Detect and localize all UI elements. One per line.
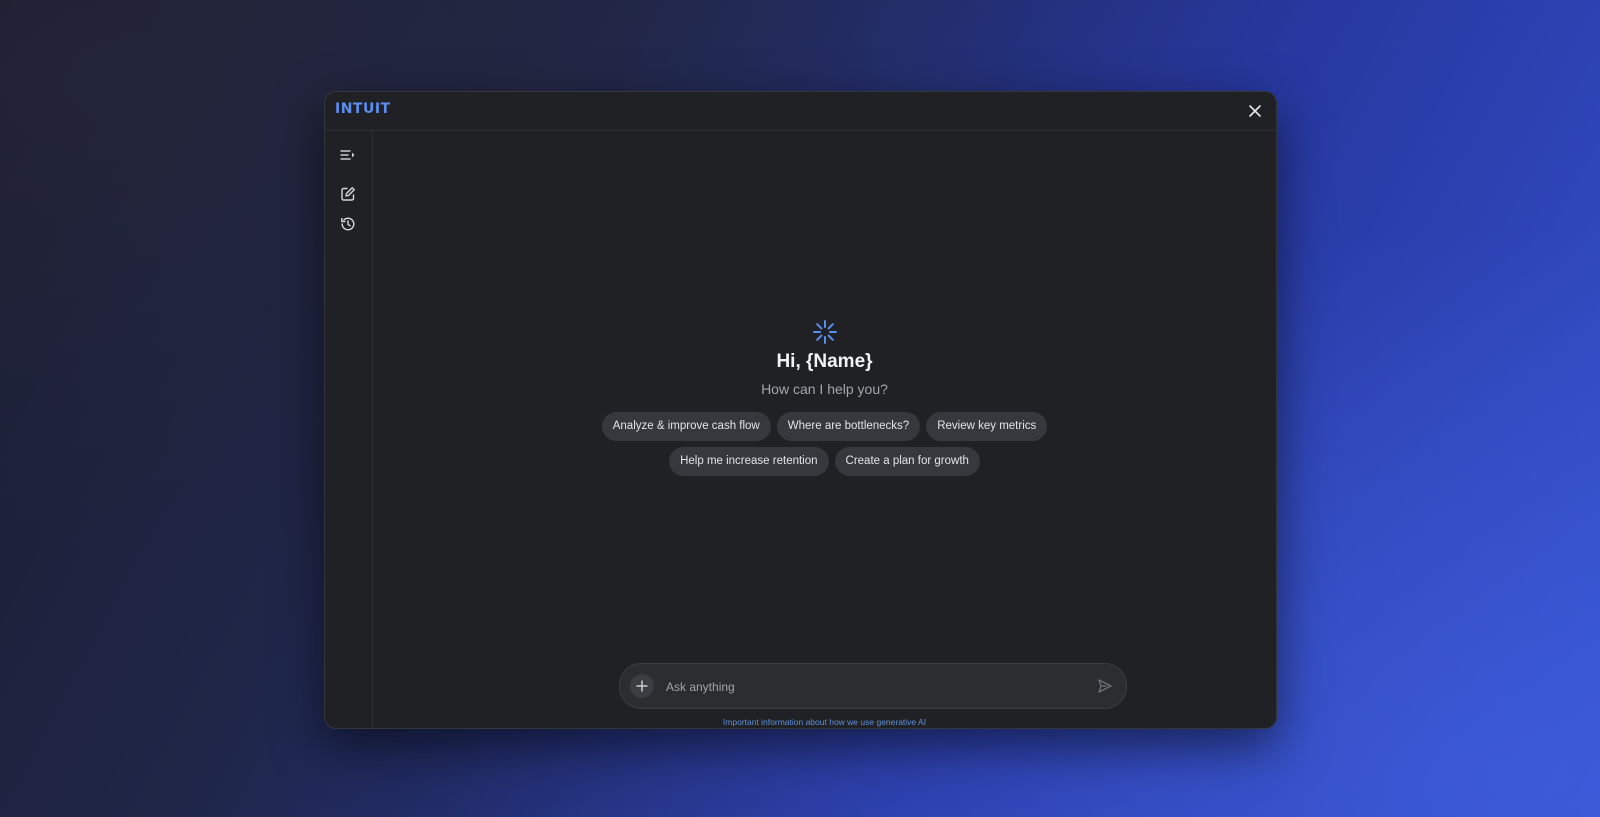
assistant-window: INTUIT Hi, {Name} How can I help you? An…	[324, 91, 1277, 729]
history-icon	[341, 217, 355, 231]
suggestion-chip-key-metrics[interactable]: Review key metrics	[926, 412, 1048, 441]
menu-collapse-icon	[340, 150, 355, 160]
suggestion-chips: Analyze & improve cash flow Where are bo…	[373, 412, 1276, 482]
suggestion-chip-retention[interactable]: Help me increase retention	[669, 447, 829, 476]
send-button[interactable]	[1095, 676, 1115, 696]
send-icon	[1098, 679, 1112, 693]
suggestion-chip-bottlenecks[interactable]: Where are bottlenecks?	[776, 412, 921, 441]
suggestion-row: Analyze & improve cash flow Where are bo…	[373, 412, 1276, 441]
greeting-subtitle: How can I help you?	[761, 381, 888, 397]
suggestion-chip-growth-plan[interactable]: Create a plan for growth	[834, 447, 980, 476]
suggestion-chip-cash-flow[interactable]: Analyze & improve cash flow	[601, 412, 771, 441]
plus-icon	[636, 680, 648, 692]
edit-icon	[341, 187, 355, 201]
suggestion-row: Help me increase retention Create a plan…	[373, 447, 1276, 476]
close-icon	[1249, 105, 1261, 117]
generative-ai-info-link[interactable]: Important information about how we use g…	[373, 717, 1276, 727]
sidebar-collapse-button[interactable]	[339, 146, 357, 164]
welcome-section: Hi, {Name} How can I help you?	[373, 319, 1276, 397]
greeting-heading: Hi, {Name}	[776, 351, 873, 372]
new-chat-button[interactable]	[339, 185, 357, 203]
intuit-logo: INTUIT	[335, 101, 391, 117]
message-composer	[619, 663, 1127, 709]
history-button[interactable]	[339, 215, 357, 233]
attach-button[interactable]	[630, 674, 654, 698]
sidebar	[325, 131, 373, 728]
title-bar: INTUIT	[325, 92, 1276, 131]
ask-input[interactable]	[664, 675, 1068, 699]
sparkle-icon	[812, 320, 837, 344]
chat-area: Hi, {Name} How can I help you? Analyze &…	[373, 131, 1276, 728]
close-button[interactable]	[1246, 102, 1264, 120]
